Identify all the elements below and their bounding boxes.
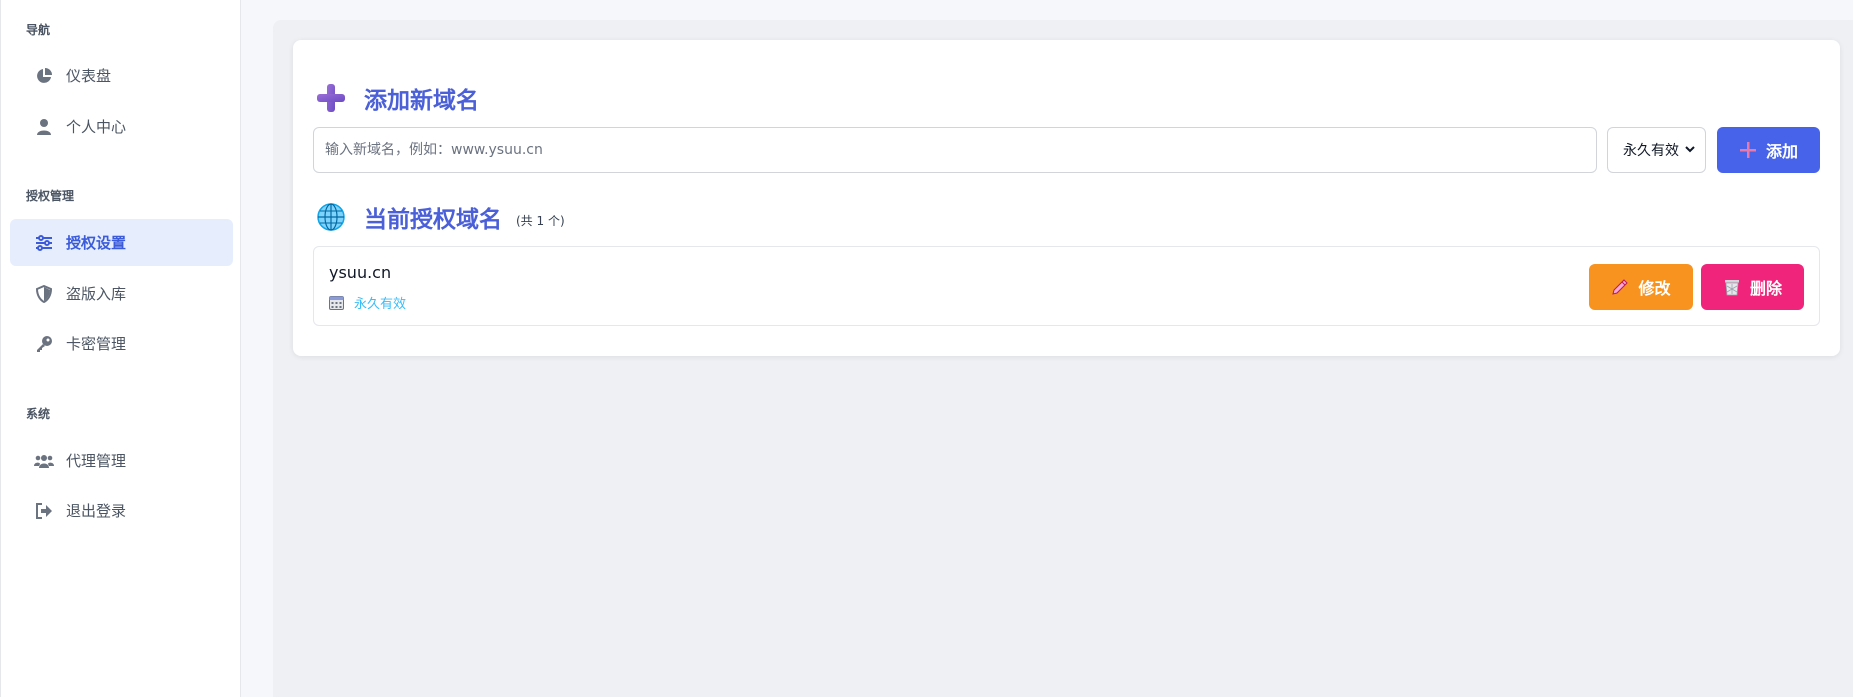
current-domains-heading: 当前授权域名 (共 1 个)	[316, 200, 565, 234]
sidebar-item-profile[interactable]: 个人中心	[10, 103, 233, 150]
key-icon	[34, 334, 54, 354]
duration-select-value: 永久有效	[1623, 143, 1679, 159]
calendar-icon	[329, 295, 344, 310]
globe-icon	[316, 202, 346, 232]
sidebar-item-auth-settings[interactable]: 授权设置	[10, 219, 233, 266]
add-domain-button[interactable]: 添加	[1717, 127, 1820, 173]
shield-icon	[34, 284, 54, 304]
current-domains-title: 当前授权域名	[364, 207, 502, 233]
list-item: ysuu.cn 永久有效 修改 删除	[313, 246, 1820, 326]
add-domain-heading: 添加新域名	[316, 81, 479, 115]
chevron-down-icon	[1684, 143, 1696, 159]
sidebar: 导航 仪表盘 个人中心 授权管理 授权设置 盗版入库 卡密管理 系统 代理管理 …	[0, 0, 241, 697]
delete-button[interactable]: 删除	[1701, 264, 1804, 310]
section-title-nav: 导航	[26, 23, 51, 37]
expiry-info: 永久有效	[329, 293, 406, 312]
section-title-auth: 授权管理	[26, 189, 75, 203]
sidebar-item-label: 退出登录	[66, 502, 127, 520]
trash-icon	[1723, 278, 1741, 296]
sign-out-icon	[34, 501, 54, 521]
sidebar-item-logout[interactable]: 退出登录	[10, 487, 233, 534]
expiry-text: 永久有效	[354, 297, 407, 312]
sidebar-item-label: 仪表盘	[66, 67, 112, 85]
sidebar-item-agents[interactable]: 代理管理	[10, 437, 233, 484]
add-button-label: 添加	[1765, 142, 1798, 161]
sidebar-item-piracy[interactable]: 盗版入库	[10, 270, 233, 317]
edit-button-label: 修改	[1638, 279, 1671, 298]
plus-icon	[316, 83, 346, 113]
chart-pie-icon	[34, 66, 54, 86]
users-icon	[34, 451, 54, 471]
sliders-icon	[34, 233, 54, 253]
edit-button[interactable]: 修改	[1589, 264, 1693, 310]
sidebar-item-label: 授权设置	[66, 234, 127, 252]
section-title-system: 系统	[26, 407, 51, 421]
sidebar-item-label: 个人中心	[66, 118, 127, 136]
plus-icon	[1739, 141, 1757, 159]
domain-count: (共 1 个)	[516, 213, 565, 228]
user-icon	[34, 117, 54, 137]
sidebar-item-label: 代理管理	[66, 452, 127, 470]
duration-select[interactable]: 永久有效	[1607, 127, 1706, 173]
pencil-icon	[1611, 278, 1629, 296]
new-domain-input[interactable]	[313, 127, 1597, 173]
delete-button-label: 删除	[1749, 279, 1782, 298]
add-domain-title: 添加新域名	[364, 88, 479, 114]
sidebar-item-dashboard[interactable]: 仪表盘	[10, 52, 233, 99]
domain-name: ysuu.cn	[329, 263, 392, 282]
sidebar-item-card-keys[interactable]: 卡密管理	[10, 320, 233, 367]
sidebar-item-label: 盗版入库	[66, 285, 127, 303]
sidebar-item-label: 卡密管理	[66, 335, 127, 353]
